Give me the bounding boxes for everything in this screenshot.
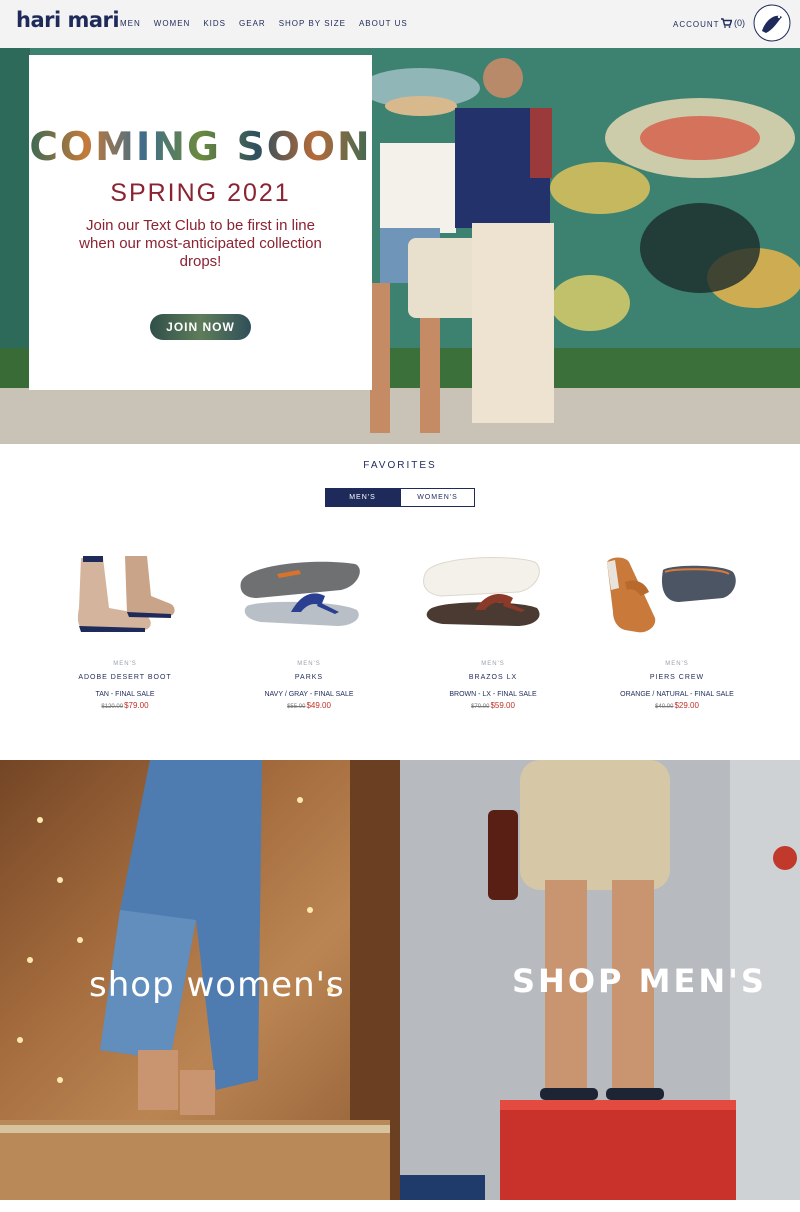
product-variant: BROWN - LX - FINAL SALE [449,691,537,698]
tab-womens[interactable]: WOMEN'S [400,488,475,507]
favorites-tabs: MEN'S WOMEN'S [325,488,475,507]
product-name: PIERS CREW [649,674,705,681]
original-price: $40.00 [655,704,674,710]
favorites-title: FAVORITES [363,460,437,471]
product-category: MEN'S [481,661,505,667]
account-link[interactable]: ACCOUNT [673,20,720,29]
tab-mens[interactable]: MEN'S [325,488,400,507]
product-card[interactable]: MEN'S PIERS CREW ORANGE / NATURAL - FINA… [585,548,769,710]
cart-icon [721,18,732,28]
sale-price: $79.00 [124,701,149,710]
join-now-button[interactable]: JOIN NOW [150,314,251,340]
shop-mens-label: SHOP MEN'S [512,962,767,1000]
flip-flop-image [240,561,360,626]
product-card[interactable]: MEN'S ADOBE DESERT BOOT TAN - FINAL SALE… [33,548,217,710]
shop-womens-banner[interactable]: shop women's [0,760,400,1200]
cart-count: (0) [734,18,745,28]
product-card[interactable]: MEN'S PARKS NAVY / GRAY - FINAL SALE $55… [217,548,401,710]
hero-promo-card: COMING SOON SPRING 2021 Join our Text Cl… [29,55,372,390]
product-name: PARKS [294,674,324,681]
main-nav: MEN WOMEN KIDS GEAR SHOP BY SIZE ABOUT U… [120,19,421,28]
cart-link[interactable]: (0) [721,18,745,28]
product-category: MEN'S [665,661,689,667]
flops-fighting-cancer-badge [753,4,791,42]
site-header: hari mari MEN WOMEN KIDS GEAR SHOP BY SI… [0,0,800,48]
product-price: $40.00$29.00 [585,701,769,710]
sale-price: $59.00 [490,701,515,710]
nav-item-kids[interactable]: KIDS [203,19,226,28]
shop-womens-label: shop women's [89,965,345,1005]
product-price: $70.00$59.00 [401,701,585,710]
product-name: ADOBE DESERT BOOT [78,674,172,681]
hero-headline: COMING SOON [29,125,372,170]
product-grid: MEN'S ADOBE DESERT BOOT TAN - FINAL SALE… [33,548,767,710]
hero-subhead: SPRING 2021 [110,179,291,207]
product-price: $55.00$49.00 [217,701,401,710]
slide-image [607,557,736,633]
product-variant: ORANGE / NATURAL - FINAL SALE [620,691,734,698]
sale-price: $49.00 [306,701,331,710]
product-name: BRAZOS LX [468,674,518,681]
product-variant: NAVY / GRAY - FINAL SALE [264,691,354,698]
nav-item-about-us[interactable]: ABOUT US [359,19,408,28]
shop-mens-banner[interactable]: SHOP MEN'S [400,760,800,1200]
hero-banner: COMING SOON SPRING 2021 Join our Text Cl… [0,48,800,444]
hero-body-text: Join our Text Club to be first in line w… [79,217,322,270]
product-variant: TAN - FINAL SALE [95,691,155,698]
original-price: $120.00 [101,704,124,710]
product-category: MEN'S [113,661,137,667]
boot-image [77,556,175,632]
nav-item-gear[interactable]: GEAR [239,19,266,28]
nav-item-men[interactable]: MEN [120,19,141,28]
sale-price: $29.00 [674,701,699,710]
product-price: $120.00$79.00 [33,701,217,710]
original-price: $55.00 [287,704,306,710]
nav-item-women[interactable]: WOMEN [154,19,191,28]
sandal-image [423,557,540,626]
product-category: MEN'S [297,661,321,667]
logo[interactable]: hari mari [16,8,120,32]
original-price: $70.00 [471,704,490,710]
nav-item-shop-by-size[interactable]: SHOP BY SIZE [279,19,346,28]
product-card[interactable]: MEN'S BRAZOS LX BROWN - LX - FINAL SALE … [401,548,585,710]
